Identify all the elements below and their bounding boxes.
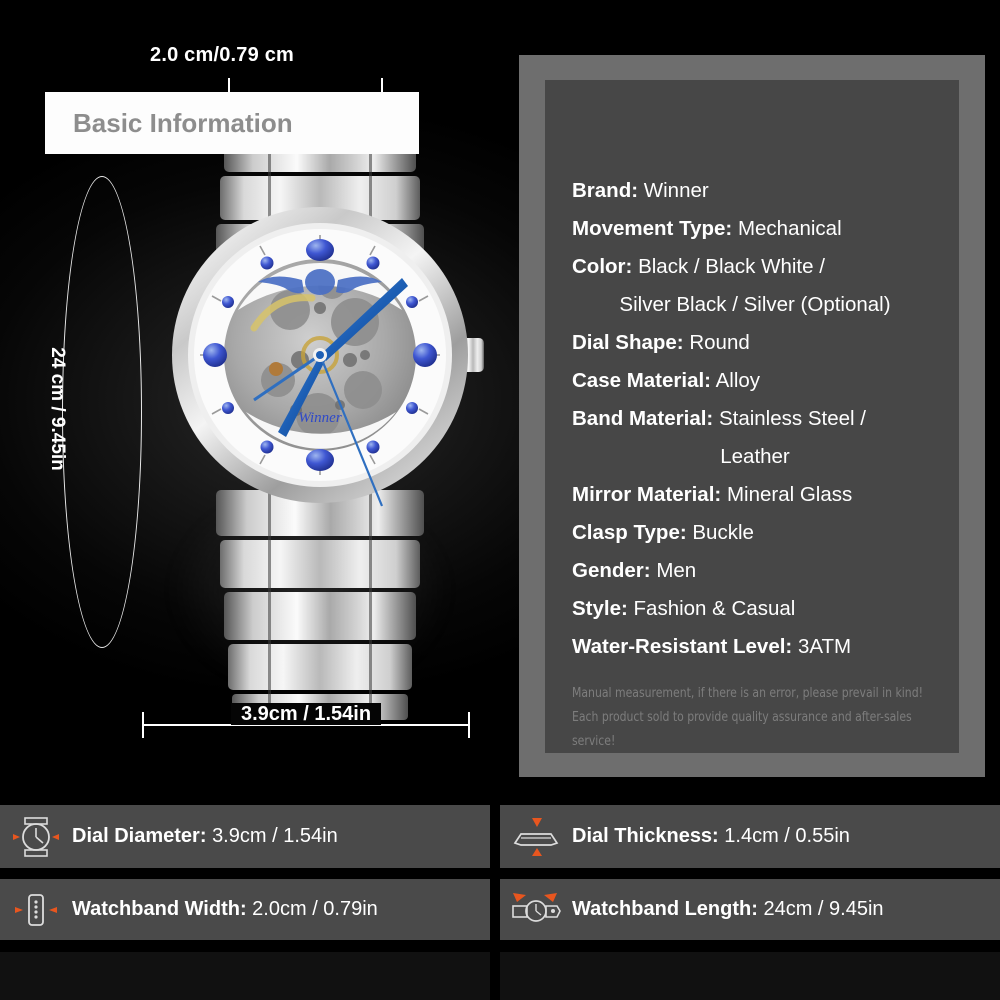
spec-value: Alloy [715,369,761,392]
spec-row-clasp-type: Clasp Type: Buckle [572,514,962,552]
disclaimer-line-1: Manual measurement, if there is an error… [572,686,923,701]
spec-row-brand: Brand: Winner [572,172,962,210]
spec-row-style: Style: Fashion & Casual [572,590,962,628]
measurement-bar-dial-thickness: Dial Thickness: 1.4cm / 0.55in [500,805,1000,868]
spec-label: Brand: [572,179,639,202]
bar-label: Watchband Width: [72,898,247,920]
spec-label: Clasp Type: [572,521,687,544]
watchband-width-icon [0,888,72,932]
spec-list: Brand: Winner Movement Type: Mechanical … [572,172,962,666]
disclaimer-notes: Manual measurement, if there is an error… [572,682,931,754]
disclaimer-line-2: Each product sold to provide quality ass… [572,710,912,749]
watch-side-icon [500,815,572,859]
bar-text: Watchband Width: 2.0cm / 0.79in [72,898,378,921]
measurement-bar-partial-left [0,952,490,1000]
spec-row-movement-type: Movement Type: Mechanical [572,210,962,248]
measurement-bar-partial-right [500,952,1000,1000]
spec-row-band-material: Band Material: Stainless Steel / Leather [572,400,962,476]
info-panel-heading: Basic Information [73,107,293,138]
bar-value: 24cm / 9.45in [763,898,884,920]
spec-label: Color: [572,255,633,278]
measurement-bar-watchband-length: Watchband Length: 24cm / 9.45in [500,879,1000,940]
infographic-root: Winner 2.0 cm/0.79 cm 24 cm / 9.45in 3.9… [0,0,1000,1000]
measurement-bar-watchband-width: Watchband Width: 2.0cm / 0.79in [0,879,490,940]
spec-label: Dial Shape: [572,331,684,354]
bracelet-lower [216,490,424,720]
band-length-ellipse [62,176,142,648]
spec-value-continued: Leather [720,445,790,468]
bar-label: Watchband Length: [572,898,758,920]
bar-label: Dial Diameter: [72,825,207,847]
spec-row-water-resistant-level: Water-Resistant Level: 3ATM [572,628,962,666]
band-width-label: 2.0 cm/0.79 cm [150,44,295,66]
spec-label: Water-Resistant Level: [572,635,793,658]
spec-value: Mechanical [737,217,842,240]
spec-row-dial-shape: Dial Shape: Round [572,324,962,362]
spec-value: Men [656,559,697,582]
bar-value: 2.0cm / 0.79in [252,898,378,920]
spec-label: Style: [572,597,628,620]
spec-label: Case Material: [572,369,712,392]
spec-value: Fashion & Casual [633,597,796,620]
spec-value-continued: Silver Black / Silver (Optional) [619,293,891,316]
spec-row-case-material: Case Material: Alloy [572,362,962,400]
watch-dial-icon [0,815,72,859]
bar-value: 3.9cm / 1.54in [212,825,338,847]
spec-label: Band Material: [572,407,714,430]
spec-value: Winner [643,179,709,202]
band-length-label: 24 cm / 9.45in [47,347,68,471]
bar-label: Dial Thickness: [572,825,719,847]
spec-value: Mineral Glass [726,483,853,506]
watch-illustration: Winner [172,96,484,720]
spec-value: Round [689,331,750,354]
watchband-length-icon [500,888,572,932]
spec-row-mirror-material: Mirror Material: Mineral Glass [572,476,962,514]
spec-value: Buckle [692,521,754,544]
spec-row-color: Color: Black / Black White / Silver Blac… [572,248,962,324]
spec-row-gender: Gender: Men [572,552,962,590]
bar-text: Dial Diameter: 3.9cm / 1.54in [72,825,338,848]
measurement-bar-dial-diameter: Dial Diameter: 3.9cm / 1.54in [0,805,490,868]
spec-value: 3ATM [797,635,852,658]
spec-label: Mirror Material: [572,483,722,506]
bar-text: Dial Thickness: 1.4cm / 0.55in [572,825,850,848]
spec-value: Black / Black White / [638,255,825,278]
spec-value: Stainless Steel / [718,407,866,430]
dial-brand-text: Winner [298,410,341,426]
info-panel-heading-box: Basic Information [45,92,419,154]
dial-diameter-label: 3.9cm / 1.54in [142,703,470,726]
bar-value: 1.4cm / 0.55in [724,825,850,847]
spec-label: Movement Type: [572,217,733,240]
bar-text: Watchband Length: 24cm / 9.45in [572,898,884,921]
spec-label: Gender: [572,559,651,582]
